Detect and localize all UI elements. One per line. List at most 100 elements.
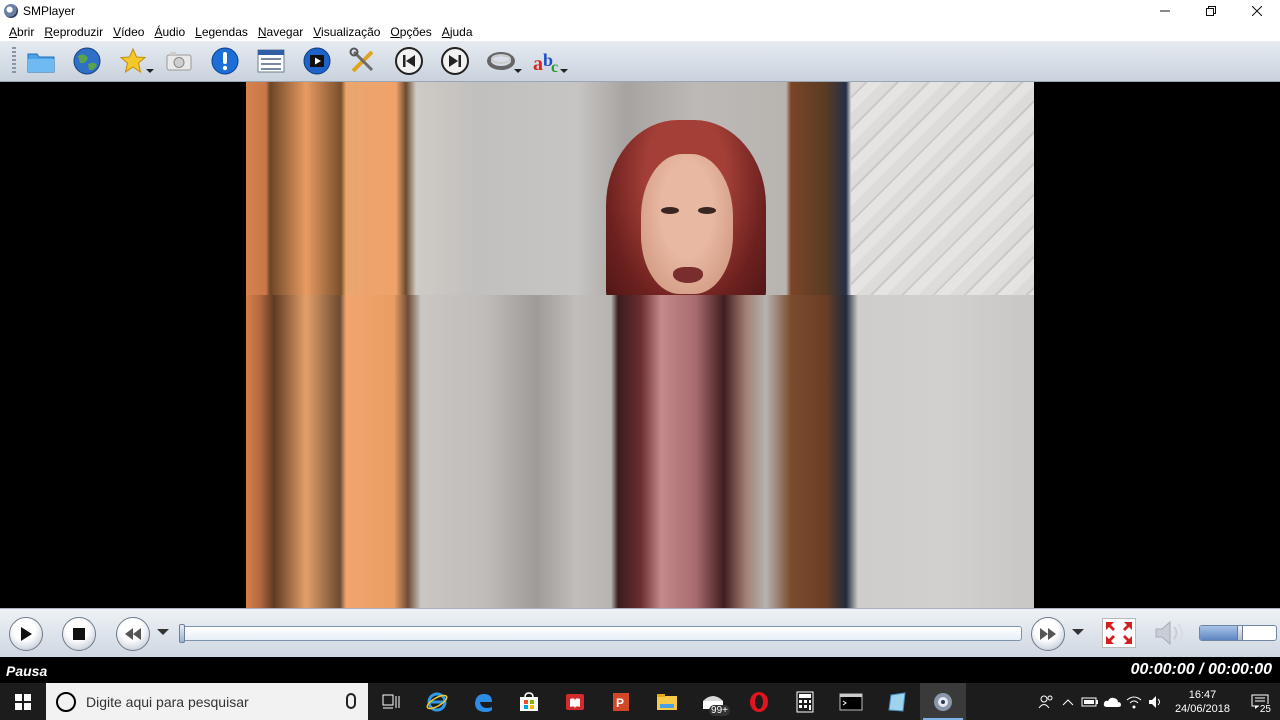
video-area[interactable]: [0, 82, 1280, 608]
menu-reproduzir[interactable]: Reproduzir: [39, 25, 108, 39]
restore-button[interactable]: [1188, 0, 1234, 22]
rewind-dropdown-arrow[interactable]: [157, 629, 169, 635]
menu-visualizacao[interactable]: Visualização: [308, 25, 385, 39]
taskbar-app-opera[interactable]: [736, 683, 782, 720]
speaker-icon: [1148, 695, 1160, 708]
taskbar-search[interactable]: Digite aqui para pesquisar: [46, 683, 368, 720]
windows-taskbar: Digite aqui para pesquisar P 99+ 16:47 2…: [0, 683, 1280, 720]
chevron-down-icon: [146, 69, 154, 73]
web-globe-icon: [73, 47, 101, 75]
microphone-icon[interactable]: [346, 693, 356, 709]
play-button[interactable]: [9, 617, 43, 651]
network-button[interactable]: [1123, 683, 1145, 720]
menu-label: juda: [449, 24, 473, 39]
battery-button[interactable]: [1079, 683, 1101, 720]
play-icon: [21, 627, 32, 641]
taskbar-app-calculator[interactable]: [782, 683, 828, 720]
stop-button[interactable]: [62, 617, 96, 651]
rewind-button[interactable]: [116, 617, 150, 651]
seek-handle[interactable]: [179, 624, 185, 643]
taskbar-app-mail[interactable]: 99+: [690, 683, 736, 720]
tray-overflow-button[interactable]: [1057, 683, 1079, 720]
task-view-icon: [382, 694, 400, 708]
open-url-button[interactable]: [68, 44, 106, 78]
seek-bar[interactable]: [179, 624, 1022, 643]
open-folder-icon: [27, 53, 55, 73]
menu-accel: V: [113, 24, 122, 39]
action-center-button[interactable]: 25: [1240, 683, 1280, 720]
video-person-mouth: [673, 267, 703, 283]
taskbar-app-notes[interactable]: [874, 683, 920, 720]
preferences-button[interactable]: [344, 44, 382, 78]
screenshot-button[interactable]: [160, 44, 198, 78]
taskbar-app-explorer[interactable]: [644, 683, 690, 720]
start-button[interactable]: [0, 683, 46, 720]
favorites-star-icon: [119, 47, 147, 74]
toolbar-grip[interactable]: [12, 47, 16, 75]
forward-dropdown-arrow[interactable]: [1072, 629, 1084, 635]
clock-date: 24/06/2018: [1174, 702, 1230, 715]
menu-audio[interactable]: Áudio: [149, 25, 190, 39]
task-view-button[interactable]: [368, 683, 414, 720]
favorites-button[interactable]: [114, 44, 154, 78]
taskbar-app-reader[interactable]: [552, 683, 598, 720]
taskbar-app-powerpoint[interactable]: P: [598, 683, 644, 720]
taskbar-app-edge[interactable]: [460, 683, 506, 720]
open-button[interactable]: [22, 44, 60, 78]
menu-accel: N: [257, 24, 267, 39]
taskbar-clock[interactable]: 16:47 24/06/2018: [1175, 688, 1230, 716]
onedrive-button[interactable]: [1101, 683, 1123, 720]
menu-video[interactable]: Vídeo: [108, 25, 149, 39]
svg-text:a: a: [533, 53, 543, 75]
cloud-icon: [1103, 697, 1121, 707]
rewind-icon: [125, 628, 141, 640]
subtitles-button[interactable]: abc: [528, 44, 568, 78]
smplayer-icon: [934, 692, 952, 711]
menu-bar: Abrir Reproduzir Vídeo Áudio Legendas Na…: [0, 22, 1280, 41]
menu-legendas[interactable]: Legendas: [190, 25, 253, 39]
taskbar-app-ie[interactable]: [414, 683, 460, 720]
volume-slider[interactable]: [1199, 625, 1277, 641]
playlist-button[interactable]: [252, 44, 290, 78]
menu-accel: L: [195, 24, 202, 39]
people-icon: [1038, 695, 1053, 708]
system-tray: 16:47 24/06/2018 25: [1035, 683, 1280, 720]
next-button[interactable]: [436, 44, 474, 78]
volume-level: [1200, 626, 1240, 640]
playlist-icon: [257, 49, 285, 73]
menu-opcoes[interactable]: Opções: [385, 25, 436, 39]
battery-icon: [1081, 697, 1098, 706]
taskbar-app-smplayer[interactable]: [920, 683, 966, 720]
forward-button[interactable]: [1031, 617, 1065, 651]
close-button[interactable]: [1234, 0, 1280, 22]
forward-icon: [1040, 628, 1056, 640]
video-button[interactable]: [298, 44, 336, 78]
loop-button[interactable]: [482, 44, 522, 78]
menu-abrir[interactable]: Abrir: [4, 25, 39, 39]
mute-button[interactable]: [1152, 618, 1188, 648]
file-explorer-icon: [657, 693, 677, 710]
menu-accel: V: [313, 24, 322, 39]
fullscreen-button[interactable]: [1102, 618, 1136, 648]
notes-icon: [888, 691, 906, 712]
info-button[interactable]: [206, 44, 244, 78]
menu-ajuda[interactable]: Ajuda: [437, 25, 478, 39]
taskbar-app-store[interactable]: [506, 683, 552, 720]
volume-handle[interactable]: [1236, 626, 1243, 640]
subtitles-abc-icon: a bc: [533, 50, 558, 76]
people-button[interactable]: [1035, 683, 1057, 720]
video-frame[interactable]: [246, 82, 1034, 608]
volume-tray-button[interactable]: [1145, 683, 1167, 720]
minimize-button[interactable]: [1142, 0, 1188, 22]
taskbar-app-terminal[interactable]: [828, 683, 874, 720]
previous-button[interactable]: [390, 44, 428, 78]
svg-text:c: c: [551, 59, 558, 76]
notification-count: 25: [1258, 704, 1272, 715]
close-icon: [1252, 6, 1262, 16]
menu-navegar[interactable]: Navegar: [253, 25, 308, 39]
reader-icon: [566, 693, 584, 710]
edge-icon: [475, 693, 492, 712]
menu-label: eproduzir: [53, 24, 104, 39]
search-placeholder: Digite aqui para pesquisar: [86, 693, 249, 710]
video-wall-pattern: [851, 82, 1034, 295]
